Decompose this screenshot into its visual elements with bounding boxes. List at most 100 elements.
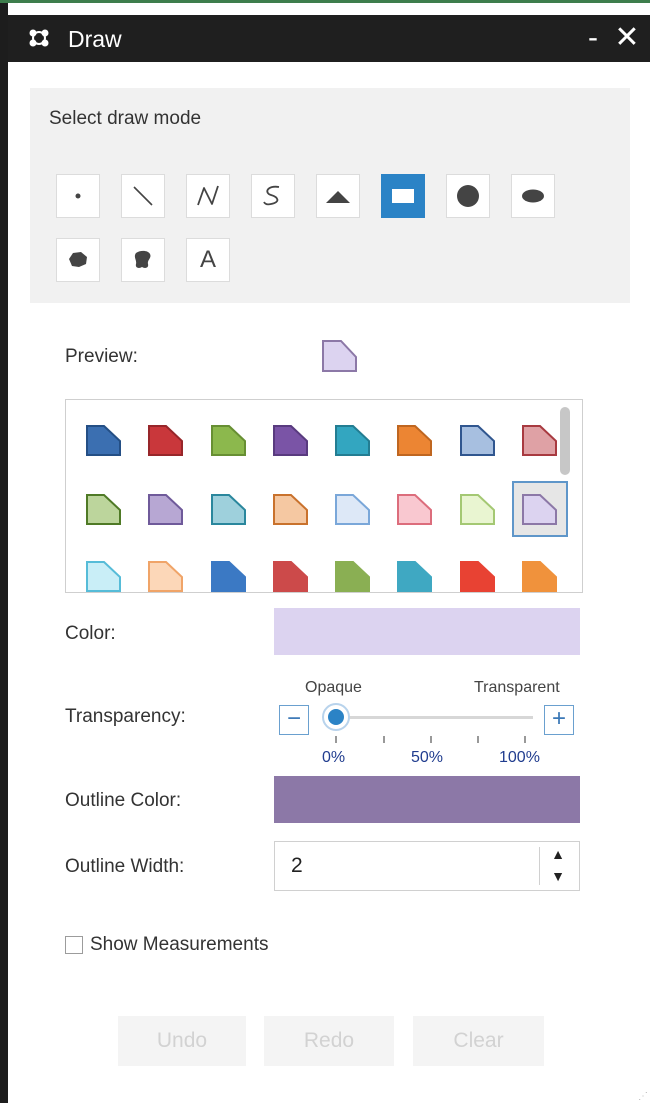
- swatch-shape: [460, 561, 495, 592]
- swatch-polygon: [148, 425, 183, 456]
- palette-swatch[interactable]: [512, 548, 568, 592]
- palette-swatch[interactable]: [387, 548, 443, 592]
- undo-button[interactable]: Undo: [118, 1016, 246, 1066]
- tool-circle[interactable]: [446, 174, 490, 218]
- palette-swatch[interactable]: [450, 412, 506, 468]
- swatch-polygon: [460, 494, 495, 525]
- tool-triangle[interactable]: [316, 174, 360, 218]
- swatch-shape: [273, 561, 308, 592]
- tick-label-0: 0%: [322, 749, 346, 766]
- swatch-polygon: [86, 561, 121, 592]
- left-edge: [0, 3, 8, 1103]
- swatch-shape: [335, 494, 370, 525]
- swatch-polygon: [397, 561, 432, 592]
- swatch-shape: [460, 494, 495, 525]
- swatch-polygon: [335, 425, 370, 456]
- tool-rectangle[interactable]: [381, 174, 425, 218]
- swatch-polygon: [460, 561, 495, 592]
- redo-button[interactable]: Redo: [264, 1016, 394, 1066]
- palette-swatch[interactable]: [325, 412, 381, 468]
- transparency-slider-handle[interactable]: [322, 703, 350, 731]
- spinner-down-icon[interactable]: ▼: [547, 868, 569, 886]
- swatch-shape: [397, 425, 432, 456]
- swatch-polygon: [522, 494, 557, 525]
- swatch-polygon: [211, 561, 246, 592]
- palette-swatch[interactable]: [138, 548, 194, 592]
- swatch-shape: [211, 425, 246, 456]
- tool-freehand-polyline[interactable]: [251, 174, 295, 218]
- tool-freehand-polygon[interactable]: [121, 238, 165, 282]
- swatch-shape: [211, 494, 246, 525]
- swatch-shape: [522, 561, 557, 592]
- palette-swatch[interactable]: [512, 481, 568, 537]
- palette-swatch[interactable]: [138, 412, 194, 468]
- show-measurements-label[interactable]: Show Measurements: [90, 934, 268, 956]
- symbol-palette: [65, 399, 583, 593]
- tool-line[interactable]: [121, 174, 165, 218]
- palette-swatch[interactable]: [201, 412, 257, 468]
- swatch-shape: [397, 561, 432, 592]
- palette-swatch[interactable]: [387, 412, 443, 468]
- outline-width-input[interactable]: 2 ▲ ▼: [274, 841, 580, 891]
- minimize-button[interactable]: -: [578, 21, 608, 55]
- palette-swatch[interactable]: [263, 548, 319, 592]
- palette-swatch[interactable]: [76, 481, 132, 537]
- palette-swatch[interactable]: [138, 481, 194, 537]
- swatch-polygon: [335, 561, 370, 592]
- palette-swatch[interactable]: [263, 412, 319, 468]
- show-measurements-checkbox[interactable]: [65, 936, 83, 954]
- spinner-divider: [539, 847, 540, 885]
- transparency-increase-button[interactable]: +: [544, 705, 574, 735]
- tool-ellipse[interactable]: [511, 174, 555, 218]
- swatch-polygon: [335, 494, 370, 525]
- swatch-shape: [148, 425, 183, 456]
- palette-swatch[interactable]: [325, 548, 381, 592]
- tool-polyline[interactable]: [186, 174, 230, 218]
- draw-widget-icon: [26, 25, 52, 51]
- fill-color-picker[interactable]: [274, 608, 580, 655]
- line-icon: [133, 186, 153, 206]
- tool-polygon[interactable]: [56, 238, 100, 282]
- swatch-polygon: [86, 494, 121, 525]
- transparency-decrease-button[interactable]: −: [279, 705, 309, 735]
- palette-swatch[interactable]: [387, 481, 443, 537]
- swatch-polygon: [273, 425, 308, 456]
- palette-swatch[interactable]: [76, 412, 132, 468]
- outline-color-picker[interactable]: [274, 776, 580, 823]
- swatch-shape: [273, 425, 308, 456]
- preview-shape: [321, 338, 359, 374]
- freehand-polyline-icon: [263, 185, 280, 206]
- swatch-polygon: [522, 425, 557, 456]
- tool-point[interactable]: [56, 174, 100, 218]
- resize-grip-icon[interactable]: ⋰: [638, 1091, 650, 1103]
- swatch-shape: [335, 425, 370, 456]
- palette-swatch[interactable]: [263, 481, 319, 537]
- draw-mode-panel: Select draw mode A: [30, 88, 630, 303]
- spinner-up-icon[interactable]: ▲: [547, 846, 569, 864]
- palette-swatch[interactable]: [450, 481, 506, 537]
- slider-tick: [430, 736, 432, 743]
- swatch-shape: [522, 494, 557, 525]
- palette-scrollbar[interactable]: [560, 407, 570, 475]
- close-button[interactable]: ✕: [612, 21, 642, 55]
- slider-tick: [524, 736, 526, 743]
- swatch-polygon: [397, 494, 432, 525]
- tool-text[interactable]: A: [186, 238, 230, 282]
- swatch-shape: [86, 425, 121, 456]
- transparency-slider-track[interactable]: [328, 716, 533, 719]
- circle-icon: [457, 185, 479, 207]
- palette-swatch[interactable]: [201, 548, 257, 592]
- point-icon: [75, 193, 81, 199]
- palette-swatch[interactable]: [201, 481, 257, 537]
- window-title: Draw: [68, 26, 122, 52]
- palette-swatch[interactable]: [325, 481, 381, 537]
- clear-button[interactable]: Clear: [413, 1016, 544, 1066]
- swatch-shape: [460, 425, 495, 456]
- polyline-icon: [197, 185, 219, 206]
- swatch-polygon: [148, 561, 183, 592]
- transparent-label: Transparent: [474, 679, 560, 696]
- palette-swatch[interactable]: [76, 548, 132, 592]
- swatch-polygon: [273, 561, 308, 592]
- tick-label-50: 50%: [411, 749, 444, 766]
- palette-swatch[interactable]: [450, 548, 506, 592]
